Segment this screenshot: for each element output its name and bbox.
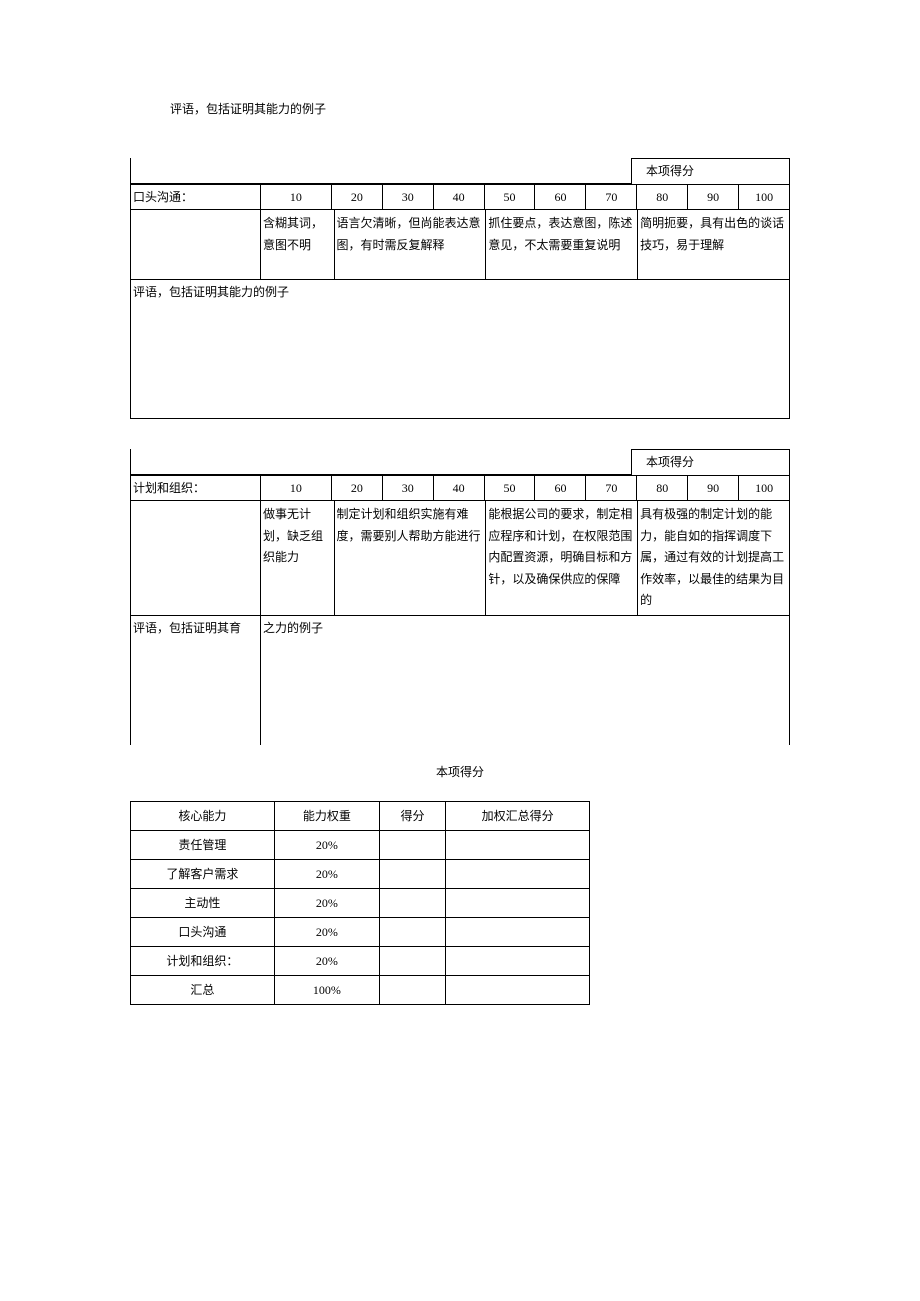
- rubric-oral-communication: 本项得分 口头沟通： 10 20 30 40 50 60 70 80 90 10…: [130, 158, 790, 419]
- table-cell: [446, 830, 590, 859]
- score-header-standalone: 本项得分: [130, 763, 790, 781]
- table-cell: [379, 888, 445, 917]
- table-cell: 20%: [274, 830, 379, 859]
- comment-label: 评语，包括证明其育: [131, 616, 261, 745]
- rubric-planning-organization: 本项得分 计划和组织： 10 20 30 40 50 60 70 80 90 1…: [130, 449, 790, 745]
- scale-num: 20: [332, 476, 383, 500]
- comment-label-cont: 之力的例子: [261, 616, 790, 745]
- table-row: 责任管理 20%: [131, 830, 590, 859]
- rubric-desc: 抓住要点，表达意图，陈述意见，不太需要重复说明: [486, 210, 638, 279]
- table-cell: [446, 975, 590, 1004]
- table-cell: 20%: [274, 946, 379, 975]
- rubric-title: 口头沟通：: [131, 185, 261, 209]
- score-header: 本项得分: [631, 158, 790, 184]
- table-cell: 主动性: [131, 888, 275, 917]
- scale-num: 80: [637, 185, 688, 209]
- col-header: 加权汇总得分: [446, 801, 590, 830]
- table-row: 汇总 100%: [131, 975, 590, 1004]
- score-header: 本项得分: [631, 449, 790, 475]
- table-row: 计划和组织： 20%: [131, 946, 590, 975]
- scale-numbers: 10 20 30 40 50 60 70 80 90 100: [261, 185, 790, 209]
- rubric-title: 计划和组织：: [131, 476, 261, 500]
- scale-num: 70: [586, 476, 637, 500]
- comment-label: 评语，包括证明其能力的例子: [131, 280, 790, 418]
- rubric-desc: 能根据公司的要求，制定相应程序和计划，在权限范围内配置资源，明确目标和方针，以及…: [486, 501, 638, 615]
- scale-num: 50: [485, 476, 536, 500]
- table-cell: [379, 859, 445, 888]
- rubric-desc: 简明扼要，具有出色的谈话技巧，易于理解: [638, 210, 790, 279]
- table-cell: [446, 859, 590, 888]
- table-cell: 汇总: [131, 975, 275, 1004]
- scale-num: 70: [586, 185, 637, 209]
- scale-num: 40: [434, 476, 485, 500]
- table-cell: [379, 917, 445, 946]
- table-cell: 20%: [274, 917, 379, 946]
- table-header-row: 核心能力 能力权重 得分 加权汇总得分: [131, 801, 590, 830]
- scale-num: 50: [485, 185, 536, 209]
- table-cell: [379, 975, 445, 1004]
- table-cell: 20%: [274, 859, 379, 888]
- table-row: 主动性 20%: [131, 888, 590, 917]
- summary-table: 核心能力 能力权重 得分 加权汇总得分 责任管理 20% 了解客户需求 20% …: [130, 801, 590, 1005]
- table-cell: 20%: [274, 888, 379, 917]
- col-header: 得分: [379, 801, 445, 830]
- table-cell: 100%: [274, 975, 379, 1004]
- table-row: 了解客户需求 20%: [131, 859, 590, 888]
- scale-num: 40: [434, 185, 485, 209]
- scale-num: 30: [383, 476, 434, 500]
- scale-num: 20: [332, 185, 383, 209]
- scale-num: 100: [739, 185, 790, 209]
- table-cell: [446, 946, 590, 975]
- table-cell: 口头沟通: [131, 917, 275, 946]
- table-cell: [446, 917, 590, 946]
- scale-num: 80: [637, 476, 688, 500]
- scale-num: 100: [739, 476, 790, 500]
- scale-num: 10: [261, 476, 332, 500]
- scale-num: 90: [688, 476, 739, 500]
- rubric-desc: 含糊其词，意图不明: [261, 210, 335, 279]
- scale-num: 30: [383, 185, 434, 209]
- scale-numbers: 10 20 30 40 50 60 70 80 90 100: [261, 476, 790, 500]
- rubric-desc: 制定计划和组织实施有难度，需要别人帮助方能进行: [335, 501, 487, 615]
- scale-num: 60: [535, 476, 586, 500]
- rubric-desc: 语言欠清晰，但尚能表达意图，有时需反复解释: [335, 210, 487, 279]
- rubric-desc: 做事无计划，缺乏组织能力: [261, 501, 335, 615]
- table-cell: [446, 888, 590, 917]
- scale-num: 10: [261, 185, 332, 209]
- table-row: 口头沟通 20%: [131, 917, 590, 946]
- table-cell: 计划和组织：: [131, 946, 275, 975]
- intro-text: 评语，包括证明其能力的例子: [130, 100, 790, 118]
- scale-num: 90: [688, 185, 739, 209]
- col-header: 能力权重: [274, 801, 379, 830]
- table-cell: 责任管理: [131, 830, 275, 859]
- table-cell: [379, 830, 445, 859]
- table-cell: [379, 946, 445, 975]
- table-cell: 了解客户需求: [131, 859, 275, 888]
- scale-num: 60: [535, 185, 586, 209]
- col-header: 核心能力: [131, 801, 275, 830]
- rubric-desc: 具有极强的制定计划的能力，能自如的指挥调度下属，通过有效的计划提高工作效率，以最…: [638, 501, 790, 615]
